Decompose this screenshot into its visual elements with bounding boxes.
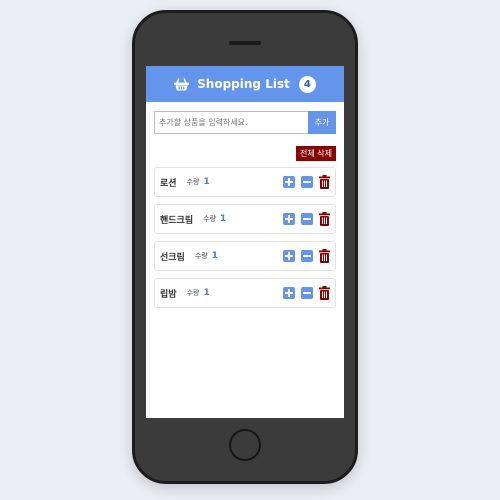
item-actions — [277, 249, 330, 263]
phone-frame: Shopping List 4 추가 전체 삭제 로션 수량 1 — [132, 10, 358, 484]
plus-square-icon[interactable] — [283, 176, 295, 188]
phone-speaker — [229, 41, 261, 45]
minus-square-icon[interactable] — [301, 287, 313, 299]
quantity-label: 수량 — [203, 215, 217, 223]
app-title: Shopping List — [197, 77, 290, 91]
trash-icon[interactable] — [319, 212, 330, 226]
minus-square-icon[interactable] — [301, 250, 313, 262]
quantity-value: 1 — [203, 288, 210, 298]
plus-square-icon[interactable] — [283, 250, 295, 262]
quantity-value: 1 — [211, 251, 218, 261]
minus-square-icon[interactable] — [301, 176, 313, 188]
plus-square-icon[interactable] — [283, 213, 295, 225]
trash-icon[interactable] — [319, 175, 330, 189]
quantity-label: 수량 — [186, 289, 200, 297]
quantity-value: 1 — [203, 177, 210, 187]
item-name: 로션 — [160, 178, 177, 189]
list-item: 선크림 수량 1 — [154, 241, 336, 271]
quantity-label: 수량 — [186, 178, 200, 186]
app-screen: Shopping List 4 추가 전체 삭제 로션 수량 1 — [146, 66, 344, 418]
shopping-list: 로션 수량 1 핸드크림 수량 1 선크림 수량 1 립밤 수량 1 — [154, 167, 336, 315]
app-header: Shopping List 4 — [146, 66, 344, 102]
item-name: 선크림 — [160, 252, 185, 263]
list-item: 핸드크림 수량 1 — [154, 204, 336, 234]
trash-icon[interactable] — [319, 286, 330, 300]
minus-square-icon[interactable] — [301, 213, 313, 225]
item-actions — [277, 175, 330, 189]
trash-icon[interactable] — [319, 249, 330, 263]
list-item: 립밤 수량 1 — [154, 278, 336, 308]
list-item: 로션 수량 1 — [154, 167, 336, 197]
item-actions — [277, 212, 330, 226]
item-name: 핸드크림 — [160, 215, 194, 226]
item-name: 립밤 — [160, 289, 177, 300]
add-item-input[interactable] — [154, 111, 308, 134]
plus-square-icon[interactable] — [283, 287, 295, 299]
item-count-badge: 4 — [298, 75, 316, 93]
add-item-form: 추가 — [154, 111, 336, 134]
quantity-value: 1 — [220, 214, 227, 224]
clear-all-button[interactable]: 전체 삭제 — [296, 146, 336, 161]
add-item-button[interactable]: 추가 — [308, 111, 336, 134]
home-button — [229, 429, 261, 461]
item-actions — [277, 286, 330, 300]
shopping-basket-icon — [174, 77, 190, 91]
quantity-label: 수량 — [194, 252, 208, 260]
